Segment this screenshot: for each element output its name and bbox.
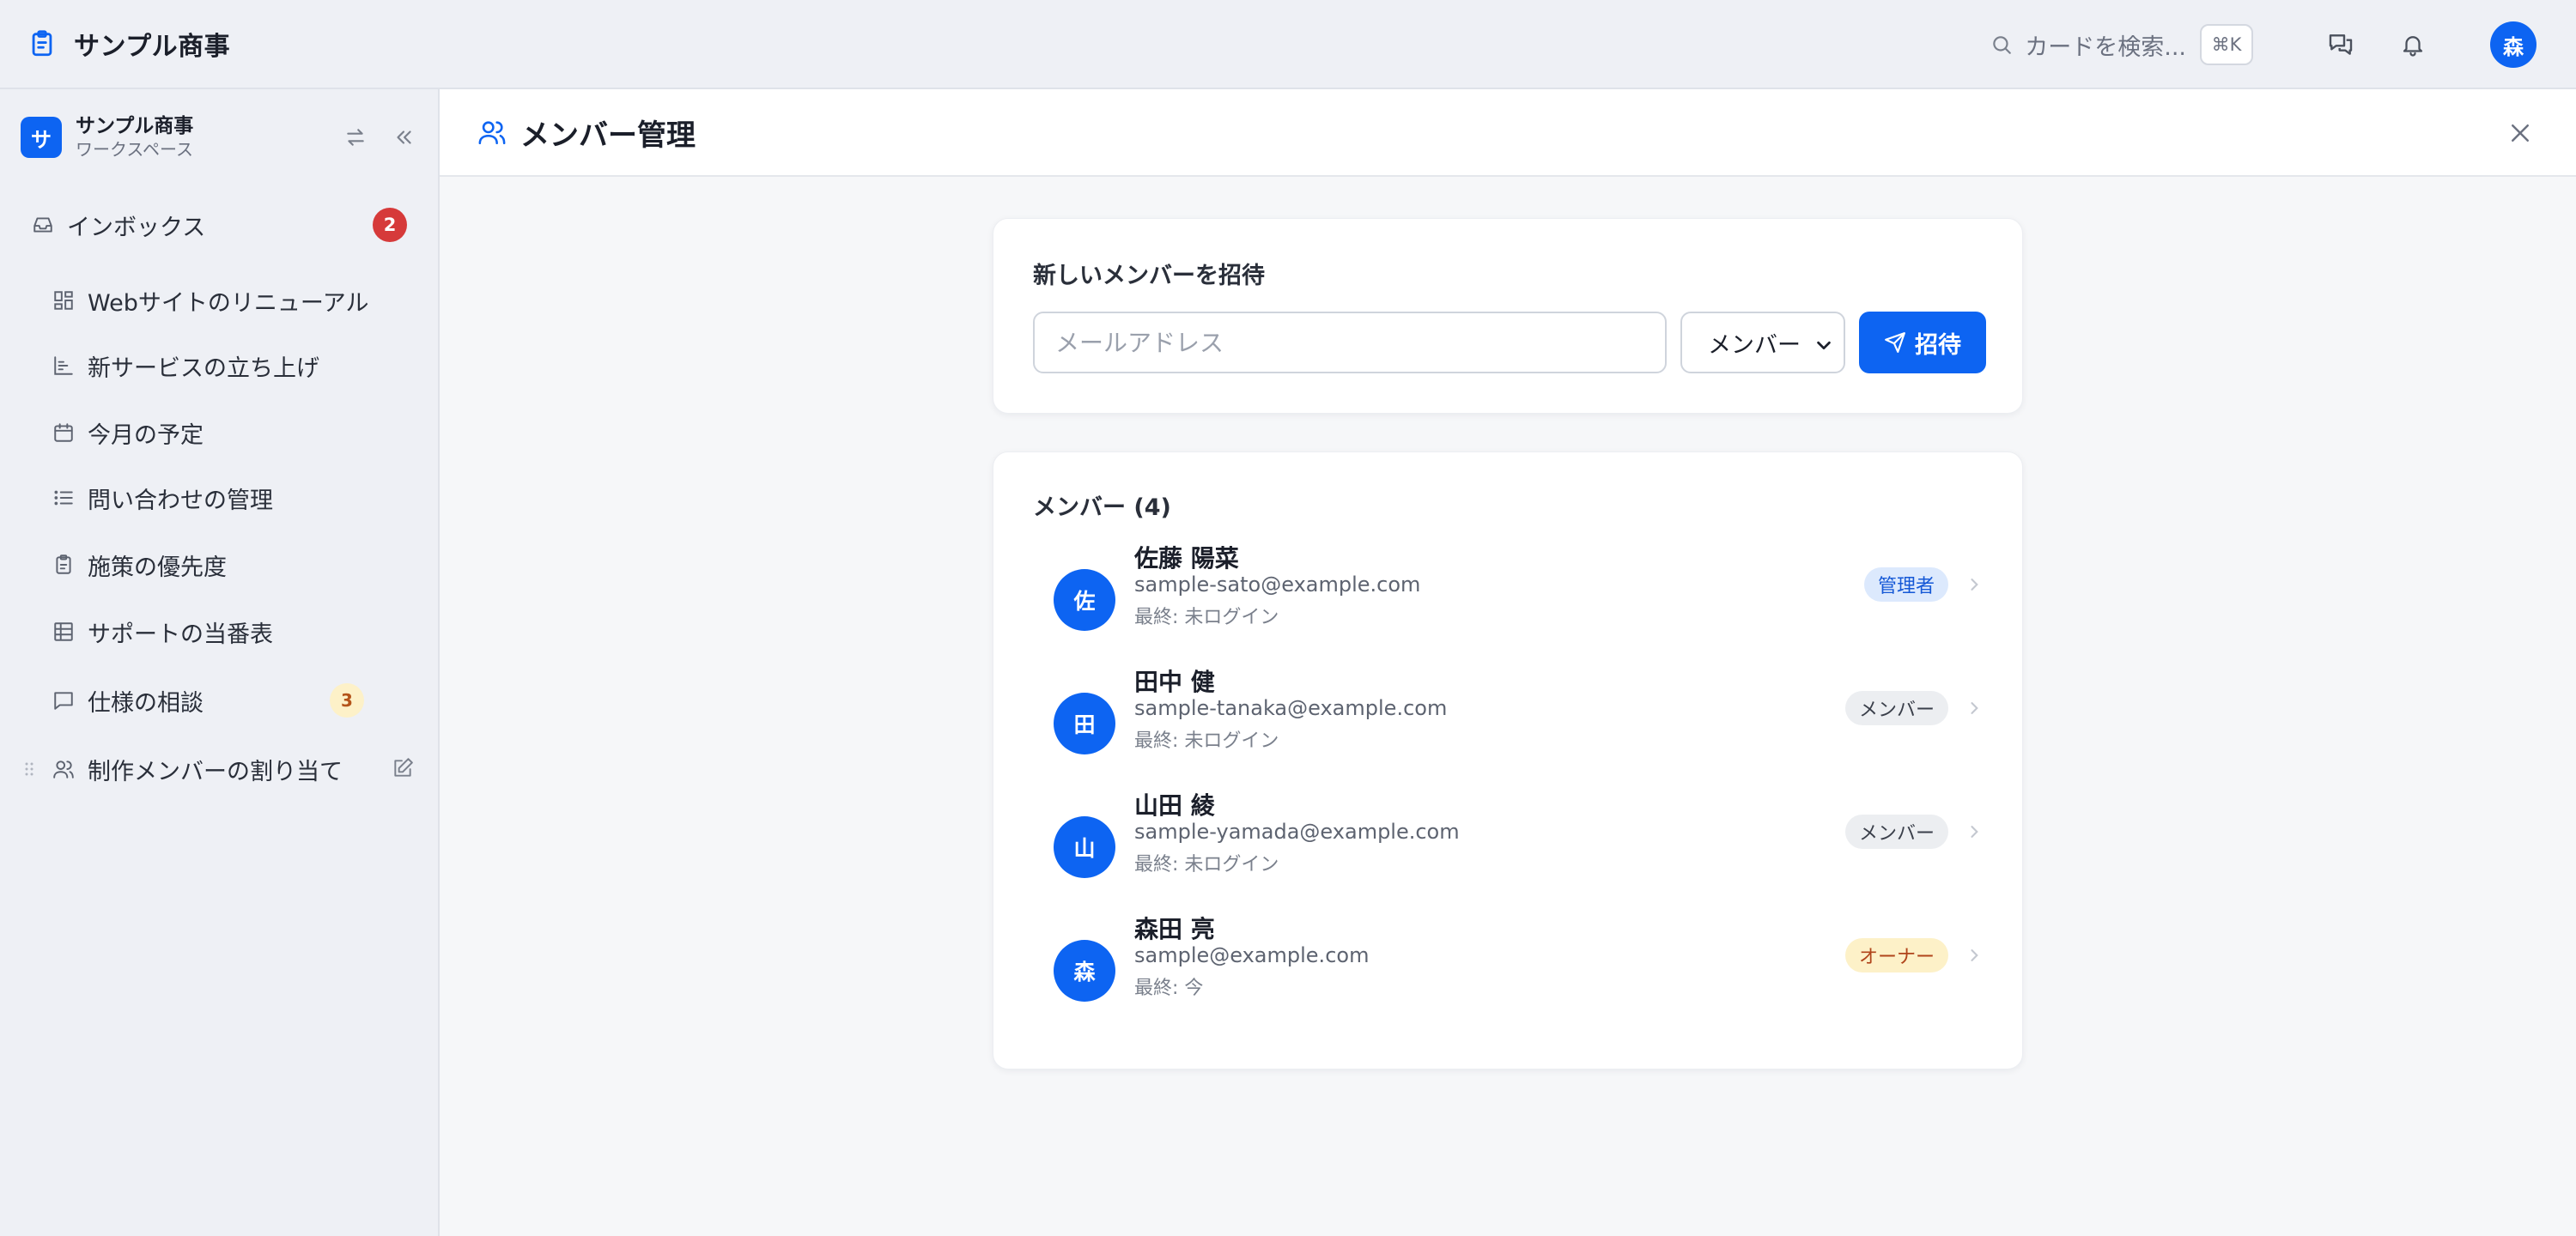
member-email: sample-yamada@example.com (1134, 820, 1460, 844)
member-row[interactable]: 森 森田 亮 sample@example.com 最終: 今 オーナー (1033, 909, 1995, 1033)
role-select[interactable]: メンバー (1680, 312, 1845, 373)
chevron-right-icon (1971, 949, 1978, 961)
messages-icon (2329, 34, 2353, 55)
users-icon (478, 121, 506, 145)
chat-icon (52, 688, 76, 712)
notifications-button[interactable] (2394, 26, 2432, 64)
chevron-right-icon (1971, 579, 1978, 591)
member-row[interactable]: 山 山田 綾 sample-yamada@example.com 最終: 未ログ… (1033, 785, 1995, 909)
member-avatar: 森 (1054, 940, 1115, 1002)
inbox-icon (31, 213, 55, 237)
search-box[interactable]: カードを検索... ⌘K (1990, 24, 2253, 65)
close-icon[interactable] (2507, 120, 2533, 146)
role-badge: メンバー (1844, 815, 1948, 849)
role-badge: 管理者 (1863, 567, 1948, 602)
member-name: 山田 綾 (1134, 791, 1215, 820)
search-icon (1993, 36, 2012, 54)
page-title: メンバー管理 (520, 118, 696, 153)
sidebar-item-label: Webサイトのリニューアル (88, 289, 369, 317)
sidebar-item-inbox[interactable]: インボックス 2 (31, 199, 407, 251)
workspace-switcher: サ サンプル商事 ワークスペース (21, 110, 419, 165)
chevron-right-icon (1971, 702, 1978, 714)
sidebar-item-label: 制作メンバーの割り当て (88, 758, 343, 785)
member-name: 佐藤 陽菜 (1134, 544, 1239, 573)
workspace-type: ワークスペース (76, 139, 193, 160)
invite-title: 新しいメンバーを招待 (1033, 263, 1265, 289)
members-card: メンバー (4) 佐 佐藤 陽菜 sample-sato@example.com… (993, 451, 2023, 1069)
chevrons-left-icon (397, 130, 411, 144)
email-input[interactable] (1033, 312, 1667, 373)
clipboard-logo-icon (32, 30, 52, 57)
swap-icon (347, 129, 364, 146)
table-icon (52, 620, 76, 644)
user-avatar[interactable]: 森 (2490, 21, 2537, 68)
list-icon (52, 486, 76, 510)
bell-icon (2403, 36, 2423, 57)
users-icon (52, 757, 76, 781)
sidebar-item-label: サポートの当番表 (88, 621, 273, 648)
messages-button[interactable] (2322, 26, 2360, 64)
member-last-login: 最終: 未ログイン (1134, 607, 1279, 628)
unread-count-badge: 3 (330, 683, 364, 718)
chart-icon (52, 354, 76, 378)
sidebar-item-label: 今月の予定 (88, 421, 204, 449)
sidebar-item-label: 新サービスの立ち上げ (88, 354, 319, 382)
invite-card: 新しいメンバーを招待 メンバー 招待 (993, 218, 2023, 414)
dashboard-icon (52, 288, 76, 312)
member-email: sample-tanaka@example.com (1134, 696, 1448, 720)
sidebar-item-website-renewal[interactable]: Webサイトのリニューアル (52, 275, 412, 326)
main-content: メンバー管理 新しいメンバーを招待 メンバー 招待 メンバー (4) 佐 佐藤 … (440, 89, 2576, 1236)
calendar-icon (52, 421, 76, 445)
sidebar-item-new-service[interactable]: 新サービスの立ち上げ (52, 340, 412, 391)
search-placeholder: カードを検索... (2025, 33, 2186, 61)
member-last-login: 最終: 未ログイン (1134, 854, 1279, 876)
collapse-sidebar-button[interactable] (388, 122, 419, 153)
clipboard-icon (52, 553, 76, 577)
role-badge: オーナー (1844, 938, 1948, 972)
member-row[interactable]: 田 田中 健 sample-tanaka@example.com 最終: 未ログ… (1033, 662, 1995, 785)
sidebar-item-label: 施策の優先度 (88, 554, 227, 581)
workspace-logo[interactable]: サ (21, 117, 62, 158)
sidebar-item-label: 問い合わせの管理 (88, 487, 273, 514)
member-email: sample-sato@example.com (1134, 573, 1421, 597)
inbox-count-badge: 2 (373, 208, 407, 242)
sidebar-item-inquiries[interactable]: 問い合わせの管理 (52, 472, 412, 524)
members-title: メンバー (4) (1033, 494, 1171, 521)
chevron-right-icon (1971, 826, 1978, 838)
sidebar-item-priority[interactable]: 施策の優先度 (52, 539, 412, 591)
top-bar: サンプル商事 カードを検索... ⌘K 森 (0, 0, 2576, 89)
member-name: 森田 亮 (1134, 915, 1215, 943)
page-header: メンバー管理 (440, 89, 2576, 177)
sidebar-item-support-rota[interactable]: サポートの当番表 (52, 606, 412, 657)
sidebar-item-label: 仕様の相談 (88, 689, 204, 717)
member-row[interactable]: 佐 佐藤 陽菜 sample-sato@example.com 最終: 未ログイ… (1033, 538, 1995, 662)
send-icon (1885, 332, 1905, 353)
member-name: 田中 健 (1134, 668, 1215, 696)
member-last-login: 最終: 未ログイン (1134, 730, 1279, 752)
member-avatar: 山 (1054, 816, 1115, 878)
sidebar-item-spec-discussion[interactable]: 仕様の相談 3 (52, 675, 412, 726)
member-email: sample@example.com (1134, 943, 1370, 967)
sidebar-item-schedule[interactable]: 今月の予定 (52, 407, 412, 458)
sidebar-item-member-assignment[interactable]: 制作メンバーの割り当て (24, 743, 416, 795)
member-avatar: 佐 (1054, 569, 1115, 631)
edit-icon[interactable] (392, 757, 416, 781)
invite-button[interactable]: 招待 (1859, 312, 1986, 373)
switch-workspace-button[interactable] (340, 122, 371, 153)
brand[interactable]: サンプル商事 (27, 25, 230, 63)
invite-button-label: 招待 (1915, 331, 1961, 358)
role-badge: メンバー (1844, 691, 1948, 725)
role-select-value: メンバー (1708, 331, 1801, 359)
drag-handle-icon[interactable] (24, 760, 34, 778)
search-shortcut-hint: ⌘K (2200, 24, 2253, 65)
sidebar: サ サンプル商事 ワークスペース インボックス 2 Webサイトのリニューアル … (0, 89, 440, 1236)
app-title: サンプル商事 (74, 32, 231, 62)
member-avatar: 田 (1054, 693, 1115, 754)
workspace-name: サンプル商事 (76, 115, 194, 137)
member-last-login: 最終: 今 (1134, 978, 1204, 999)
chevron-down-icon (1817, 341, 1831, 350)
sidebar-item-label: インボックス (67, 214, 206, 241)
